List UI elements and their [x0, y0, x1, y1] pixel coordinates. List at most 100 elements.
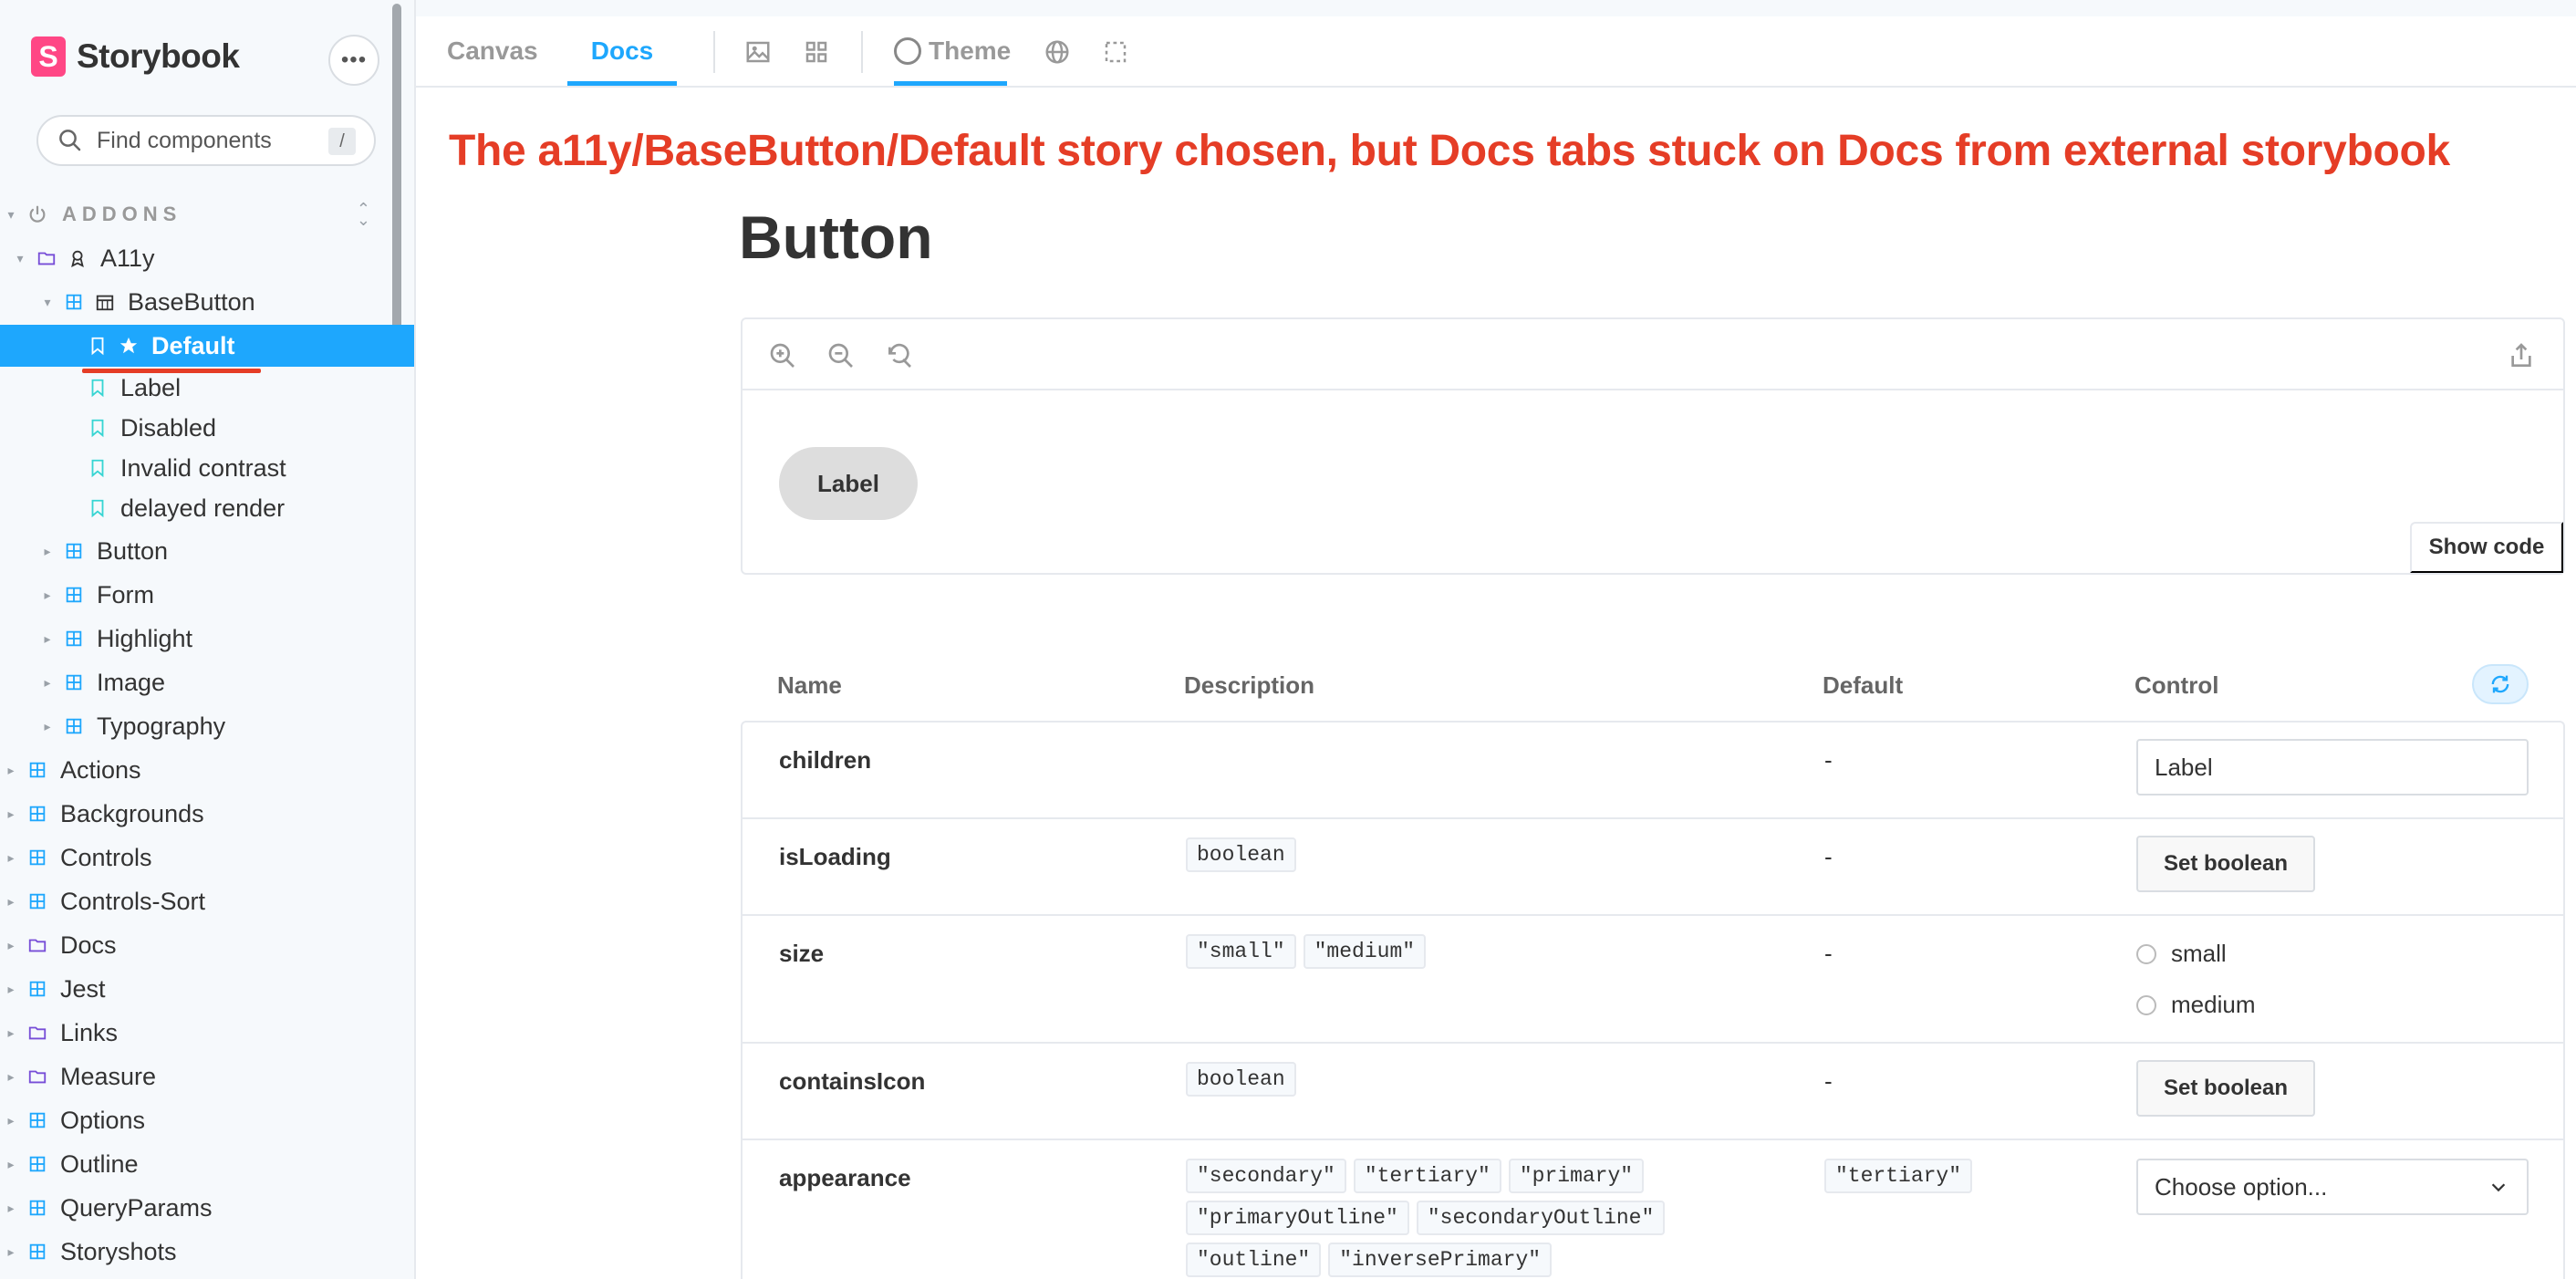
zoom-reset-icon[interactable]: [885, 341, 914, 370]
sidebar-item-label: Form: [97, 580, 154, 608]
sidebar-item-disabled[interactable]: Disabled: [0, 407, 414, 449]
theme-button[interactable]: Theme: [894, 16, 1011, 86]
sidebar-item-invalid-contrast[interactable]: Invalid contrast: [0, 447, 414, 489]
sidebar-item-default[interactable]: Default: [0, 325, 414, 367]
sidebar-item-controls-sort[interactable]: ▸ Controls-Sort: [0, 880, 414, 922]
set-boolean-button[interactable]: Set boolean: [2136, 1060, 2315, 1117]
chevron-right-icon: ▸: [7, 806, 15, 821]
globe-icon[interactable]: [1040, 35, 1075, 69]
toolbar: Canvas Docs Theme: [416, 16, 2576, 88]
component-icon: [58, 672, 89, 692]
children-text-input[interactable]: [2136, 739, 2529, 795]
show-code-button[interactable]: Show code: [2410, 522, 2563, 573]
chevron-right-icon: ▸: [7, 1200, 15, 1215]
sidebar-item-queryparams[interactable]: ▸ QueryParams: [0, 1187, 414, 1229]
bookmark-icon: [82, 378, 113, 398]
brand[interactable]: S Storybook: [31, 36, 240, 77]
sidebar-item-image[interactable]: ▸ Image: [0, 661, 414, 703]
story-label-button[interactable]: Label: [779, 447, 918, 520]
sidebar-item-label: Actions: [60, 755, 141, 784]
sidebar-item-button[interactable]: ▸ Button: [0, 530, 414, 572]
sidebar-item-storyshots[interactable]: ▸ Storyshots: [0, 1231, 414, 1273]
sidebar-item-label: delayed render: [120, 494, 286, 522]
radio-small[interactable]: small: [2136, 940, 2227, 968]
sidebar-item-typography[interactable]: ▸ Typography: [0, 705, 414, 747]
sidebar-item-label: Image: [97, 668, 166, 696]
zoom-in-icon[interactable]: [768, 341, 797, 370]
grid-icon[interactable]: [799, 35, 834, 69]
sidebar-item-label: Disabled: [120, 413, 217, 442]
sidebar-item-label: Jest: [60, 974, 106, 1003]
search-shortcut-key: /: [328, 128, 356, 155]
bookmark-icon: [82, 458, 113, 478]
component-icon: [58, 585, 89, 605]
set-boolean-button[interactable]: Set boolean: [2136, 836, 2315, 892]
chevron-right-icon: ▸: [7, 1068, 15, 1084]
table-row: appearance "secondary" "tertiary" "primary…: [743, 1140, 2563, 1279]
header-default: Default: [1823, 671, 1904, 699]
radio-circle[interactable]: [2136, 943, 2156, 964]
sidebar-item-label-story[interactable]: Label: [0, 367, 414, 409]
search-box[interactable]: /: [36, 115, 376, 166]
prop-name: containsIcon: [779, 1067, 926, 1095]
tab-canvas[interactable]: Canvas: [447, 16, 538, 86]
sidebar-item-actions[interactable]: ▸ Actions: [0, 749, 414, 791]
sidebar-item-measure[interactable]: ▸ Measure: [0, 1055, 414, 1097]
prop-type-list: boolean: [1186, 1062, 1697, 1104]
type-chip: "secondaryOutline": [1416, 1201, 1666, 1235]
sidebar-item-jest[interactable]: ▸ Jest: [0, 968, 414, 1010]
theme-label: Theme: [929, 36, 1012, 65]
bookmark-icon: [82, 418, 113, 438]
sidebar-item-delayed-render[interactable]: delayed render: [0, 487, 414, 529]
search-input[interactable]: [97, 127, 316, 154]
reset-controls-button[interactable]: [2472, 664, 2529, 704]
sidebar-item-docs[interactable]: ▸ Docs: [0, 924, 414, 966]
prop-default: -: [1824, 746, 1833, 774]
sidebar-item-options[interactable]: ▸ Options: [0, 1099, 414, 1141]
calendar-icon: [89, 292, 120, 312]
header-control: Control: [2135, 671, 2219, 699]
share-icon[interactable]: [2507, 341, 2536, 370]
bookmark-icon: [82, 498, 113, 518]
top-gap: [416, 0, 2576, 16]
sidebar-item-label: A11y: [100, 244, 155, 272]
chevron-right-icon: ▸: [7, 893, 15, 909]
zoom-out-icon[interactable]: [826, 341, 856, 370]
sidebar-item-links[interactable]: ▸ Links: [0, 1012, 414, 1054]
outline-icon[interactable]: [1098, 35, 1133, 69]
component-icon: [22, 1242, 53, 1262]
sidebar-item-outline[interactable]: ▸ Outline: [0, 1143, 414, 1185]
sidebar-item-controls[interactable]: ▸ Controls: [0, 837, 414, 879]
sidebar-item-label: Measure: [60, 1062, 157, 1090]
radio-medium[interactable]: medium: [2136, 991, 2255, 1019]
table-row: containsIcon boolean - Set boolean: [743, 1044, 2563, 1140]
image-icon[interactable]: [741, 35, 775, 69]
expand-collapse-icon[interactable]: ⌃ ⌄: [357, 201, 370, 228]
tab-docs[interactable]: Docs: [567, 16, 677, 86]
tab-label: Canvas: [447, 36, 538, 65]
menu-button[interactable]: •••: [328, 35, 379, 86]
radio-label: small: [2171, 940, 2227, 967]
chevron-right-icon: ▸: [44, 718, 51, 733]
story-preview: Label Show code: [741, 317, 2565, 575]
type-chip: "primaryOutline": [1186, 1201, 1409, 1235]
sidebar-item-highlight[interactable]: ▸ Highlight: [0, 618, 414, 660]
radio-circle[interactable]: [2136, 994, 2156, 1015]
addons-section-header[interactable]: ▾ ADDONS ⌃ ⌄: [0, 193, 414, 235]
appearance-select[interactable]: Choose option...: [2136, 1159, 2529, 1215]
component-icon: [22, 760, 53, 780]
chevron-down-icon: [2491, 1183, 2506, 1192]
sidebar-item-backgrounds[interactable]: ▸ Backgrounds: [0, 793, 414, 835]
component-icon: [22, 891, 53, 911]
sidebar-item-basebutton[interactable]: ▾ BaseButton: [0, 281, 414, 323]
sidebar-item-a11y[interactable]: ▾ A11y: [0, 237, 414, 279]
chevron-right-icon: ▸: [44, 630, 51, 646]
select-placeholder: Choose option...: [2155, 1172, 2328, 1201]
props-table: children - isLoading boolean - Set boole…: [741, 721, 2565, 1279]
type-chip: boolean: [1186, 837, 1296, 872]
star-icon: [113, 336, 144, 356]
sidebar-item-form[interactable]: ▸ Form: [0, 574, 414, 616]
chevron-down-icon: ▾: [16, 250, 24, 265]
component-icon: [22, 1110, 53, 1130]
power-icon: [22, 204, 53, 224]
